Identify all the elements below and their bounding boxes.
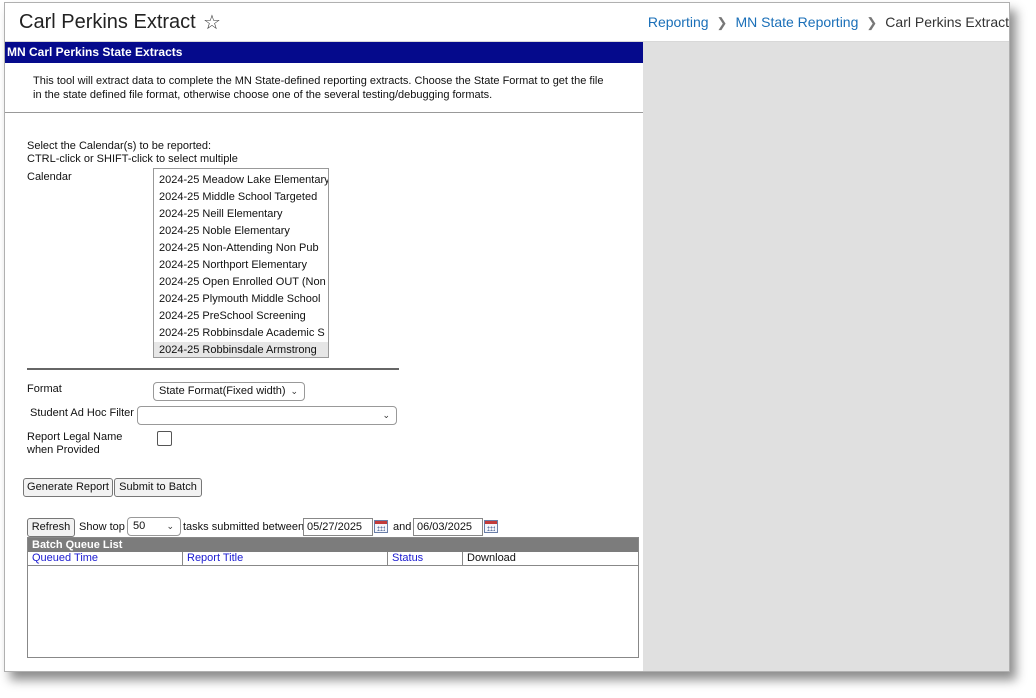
calendar-listbox[interactable]: 2024-25 Meadow Lake Elementary 2024-25 M… <box>153 168 329 358</box>
breadcrumb-mn-state-reporting[interactable]: MN State Reporting <box>735 14 858 30</box>
calendar-option[interactable]: 2024-25 Neill Elementary <box>154 206 328 223</box>
calendar-option[interactable]: 2024-25 Meadow Lake Elementary <box>154 172 328 189</box>
column-download: Download <box>467 552 516 564</box>
and-label: and <box>393 521 412 533</box>
chevron-right-icon: ❯ <box>716 15 728 30</box>
breadcrumb: Reporting ❯ MN State Reporting ❯ Carl Perkin… <box>648 14 1009 31</box>
adhoc-filter-label: Student Ad Hoc Filter <box>30 407 134 419</box>
calendar-option[interactable]: 2024-25 PreSchool Screening <box>154 308 328 325</box>
end-date-input[interactable]: 06/03/2025 <box>413 518 483 536</box>
calendar-option-selected[interactable]: 2024-25 Robbinsdale Armstrong <box>154 342 328 357</box>
calendar-option[interactable]: 2024-25 Plymouth Middle School <box>154 291 328 308</box>
start-date-input[interactable]: 05/27/2025 <box>303 518 373 536</box>
chevron-down-icon: ⌄ <box>290 386 298 396</box>
format-label: Format <box>27 383 62 395</box>
calendar-icon[interactable] <box>484 520 498 533</box>
title-bar: Carl Perkins Extract ☆ Reporting ❯ MN Stat… <box>5 3 1009 42</box>
batch-queue-list: Batch Queue List Queued Time Report Titl… <box>27 537 639 658</box>
column-report-title[interactable]: Report Title <box>183 552 388 566</box>
adhoc-filter-select[interactable]: ⌄ <box>137 406 397 425</box>
format-select[interactable]: State Format(Fixed width) ⌄ <box>153 382 305 401</box>
batch-queue-header: Queued Time Report Title Status Download <box>28 552 638 566</box>
column-queued-time[interactable]: Queued Time <box>28 552 183 566</box>
calendar-option[interactable]: 2024-25 Middle School Targeted <box>154 189 328 206</box>
section-divider <box>5 112 643 113</box>
calendar-option[interactable]: 2024-25 Robbinsdale Academic S <box>154 325 328 342</box>
calendar-option[interactable]: 2024-25 Northport Elementary <box>154 257 328 274</box>
generate-report-button[interactable]: Generate Report <box>23 478 113 497</box>
refresh-button[interactable]: Refresh <box>27 518 75 537</box>
panel-header: MN Carl Perkins State Extracts <box>5 42 643 63</box>
chevron-down-icon: ⌄ <box>166 521 174 531</box>
chevron-right-icon: ❯ <box>866 15 878 30</box>
app-window: Carl Perkins Extract ☆ Reporting ❯ MN Stat… <box>4 2 1010 672</box>
breadcrumb-reporting[interactable]: Reporting <box>648 14 709 30</box>
star-outline-icon[interactable]: ☆ <box>203 10 221 35</box>
batch-queue-title: Batch Queue List <box>28 538 638 552</box>
form-divider <box>27 368 399 370</box>
calendar-option[interactable]: 2024-25 Non-Attending Non Pub <box>154 240 328 257</box>
calendar-icon[interactable] <box>374 520 388 533</box>
calendar-instruction-1: Select the Calendar(s) to be reported: <box>27 140 212 152</box>
submitted-between-label: tasks submitted between <box>183 521 305 533</box>
column-status[interactable]: Status <box>388 552 463 566</box>
calendar-option[interactable]: 2024-25 Noble Elementary <box>154 223 328 240</box>
task-count-value: 50 <box>133 520 146 532</box>
legal-name-checkbox[interactable] <box>157 431 172 446</box>
legal-name-label-2: when Provided <box>27 444 100 456</box>
calendar-instruction-2: CTRL-click or SHIFT-click to select mult… <box>27 153 238 165</box>
panel-description: This tool will extract data to complete … <box>33 75 604 101</box>
submit-to-batch-button[interactable]: Submit to Batch <box>114 478 202 497</box>
extract-panel: MN Carl Perkins State Extracts This tool… <box>5 42 643 671</box>
legal-name-label-1: Report Legal Name <box>27 431 123 443</box>
page-title: Carl Perkins Extract <box>19 11 196 33</box>
breadcrumb-current: Carl Perkins Extract <box>885 14 1009 30</box>
calendar-label: Calendar <box>27 171 72 183</box>
chevron-down-icon: ⌄ <box>382 410 390 420</box>
format-select-value: State Format(Fixed width) <box>159 385 286 397</box>
task-count-select[interactable]: 50 ⌄ <box>127 517 181 536</box>
calendar-option[interactable]: 2024-25 Open Enrolled OUT (Non <box>154 274 328 291</box>
show-top-label: Show top <box>79 521 125 533</box>
